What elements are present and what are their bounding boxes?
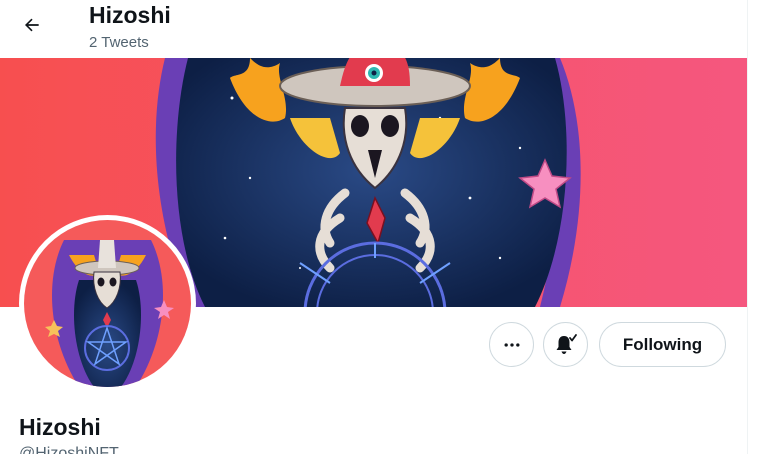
profile-avatar[interactable] — [19, 215, 196, 392]
profile-handle: @HizoshiNFT — [19, 445, 119, 454]
bell-check-icon — [556, 333, 577, 354]
following-button[interactable]: Following — [599, 322, 726, 367]
more-horizontal-icon — [504, 342, 519, 347]
avatar-image — [24, 220, 191, 387]
profile-name: Hizoshi — [19, 414, 101, 440]
tweet-count: 2 Tweets — [89, 34, 149, 51]
notifications-button[interactable] — [543, 322, 588, 367]
back-button[interactable] — [14, 7, 50, 43]
header-title: Hizoshi — [89, 2, 171, 28]
column-divider — [747, 0, 748, 454]
more-button[interactable] — [489, 322, 534, 367]
profile-header-bar: Hizoshi 2 Tweets — [0, 0, 747, 58]
arrow-left-icon — [25, 18, 39, 32]
profile-column: Hizoshi 2 Tweets Following Hizoshi @Hizo… — [0, 0, 747, 454]
